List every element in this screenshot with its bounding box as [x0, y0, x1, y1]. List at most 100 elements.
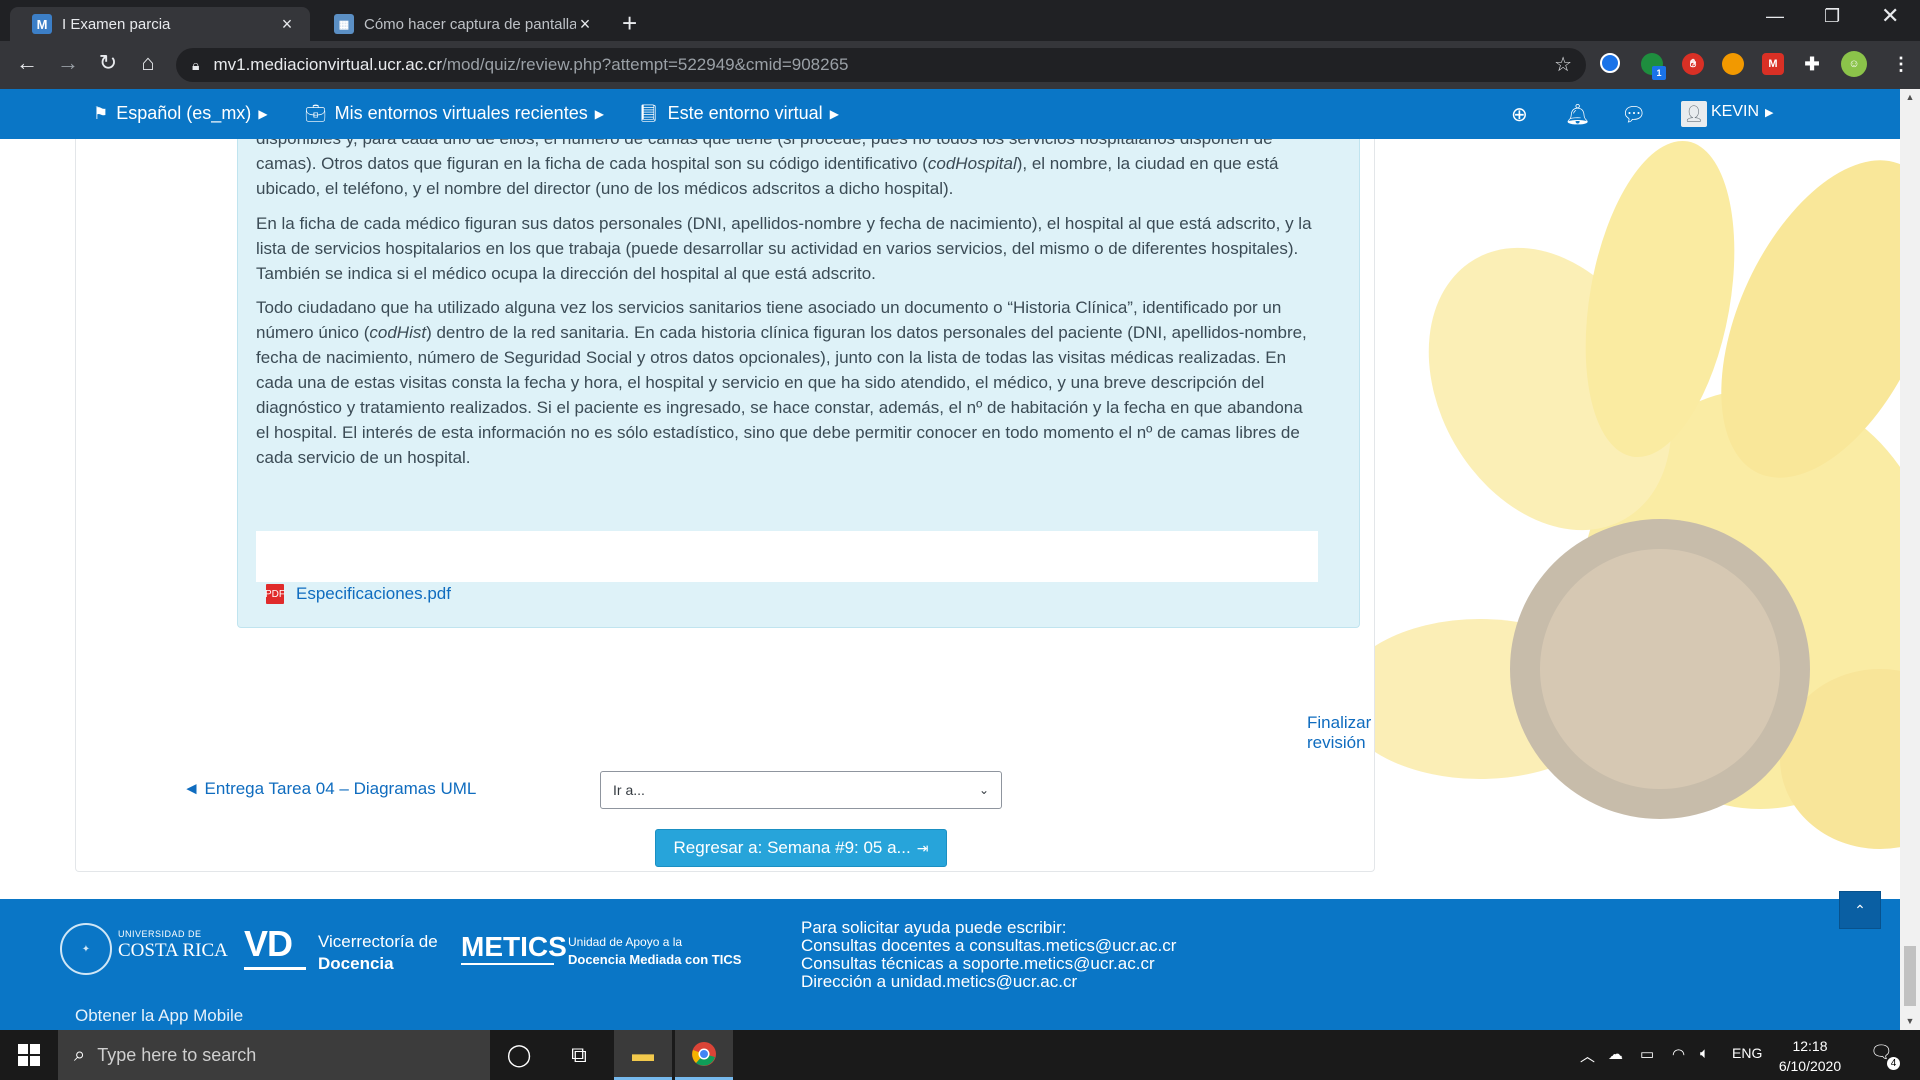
page-content: Finalizar revisión ◄ Entrega Tarea 04 – … [0, 139, 1900, 899]
ucr-seal-logo: ✦ [60, 923, 112, 975]
this-course-menu[interactable]: 📘︎ Este entorno virtual ▶ [638, 103, 839, 124]
life-ring-icon[interactable]: ⊕ [1511, 102, 1528, 127]
search-icon: ⌕ [74, 1043, 86, 1066]
battery-icon[interactable]: ▭ [1640, 1045, 1654, 1063]
windows-taskbar: ⌕ Type here to search ◯ ⧉ ▬ ︿ ☁ ▭ ◠ 🔈︎ E… [0, 1030, 1920, 1080]
clock-date: 6/10/2020 [1778, 1058, 1842, 1074]
extension-red-hand-icon[interactable]: ✋︎ [1682, 53, 1704, 75]
flag-icon: ⚑ [93, 103, 109, 123]
vicerrectoria-text: Vicerrectoría de Docencia [318, 932, 438, 973]
home-icon[interactable]: ⌂ [133, 50, 163, 76]
site-footer: ✦ UNIVERSIDAD DE COSTA RICA VD Vicerrect… [0, 899, 1900, 1030]
lock-icon: 🔒︎ [192, 56, 200, 73]
attachment-link[interactable]: PDF Especificaciones.pdf [265, 584, 451, 604]
back-to-section-button[interactable]: Regresar a: Semana #9: 05 a... ⇥ [655, 829, 947, 867]
chrome-icon[interactable] [675, 1030, 733, 1080]
task-view-icon[interactable]: ⧉ [550, 1030, 608, 1080]
wifi-icon[interactable]: ◠ [1672, 1045, 1685, 1063]
user-menu[interactable]: KEVIN ▶ [1711, 103, 1773, 121]
metics-logo-underline [461, 963, 554, 965]
back-button-label: Regresar a: Semana #9: 05 a... [673, 838, 911, 857]
caret-right-icon: ▶ [594, 106, 604, 121]
browser-menu-icon[interactable]: ⋮ [1890, 53, 1912, 75]
help-contacts: Para solicitar ayuda puede escribir: Con… [801, 919, 1176, 991]
help-heading: Para solicitar ayuda puede escribir: [801, 918, 1067, 937]
metics-logo: METICS [461, 931, 567, 962]
search-placeholder: Type here to search [97, 1044, 257, 1065]
profile-avatar-icon[interactable]: ☺ [1841, 51, 1867, 77]
language-label: Español (es_mx) [116, 103, 252, 123]
clock-time: 12:18 [1792, 1038, 1828, 1054]
question-text-box: disponibles y, para cada uno de ellos, e… [237, 139, 1360, 628]
scroll-up-arrow-icon[interactable]: ▲ [1900, 92, 1920, 102]
help-contact-line: Consultas docentes a consultas.metics@uc… [801, 936, 1177, 955]
cortana-circle-icon[interactable]: ◯ [490, 1030, 548, 1080]
sunflower-background-image [1360, 140, 1900, 849]
ucr-logo-text: UNIVERSIDAD DE COSTA RICA [118, 929, 228, 961]
puzzle-icon[interactable]: ✚ [1801, 53, 1823, 75]
previous-activity-link[interactable]: ◄ Entrega Tarea 04 – Diagramas UML [183, 779, 476, 799]
input-language[interactable]: ENG [1732, 1045, 1762, 1061]
pdf-file-icon: PDF [265, 584, 285, 604]
vd-logo-underline [244, 967, 306, 970]
back-arrow-icon[interactable]: ← [12, 50, 42, 76]
address-bar[interactable]: 🔒︎ mv1.mediacionvirtual.ucr.ac.cr/mod/qu… [176, 48, 1586, 82]
extension-m-icon[interactable]: M [1762, 53, 1784, 75]
onedrive-cloud-icon[interactable]: ☁ [1608, 1045, 1623, 1063]
extension-badge: 1 [1652, 66, 1666, 80]
back-to-top-button[interactable]: ⌃ [1839, 891, 1881, 929]
new-tab-button[interactable]: + [622, 8, 637, 39]
close-window-icon[interactable]: ✕ [1881, 3, 1899, 29]
jump-to-select[interactable]: Ir a... ⌄ [600, 771, 1002, 809]
this-course-label: Este entorno virtual [667, 103, 823, 123]
page-scrollbar[interactable]: ▲ ▼ [1900, 89, 1920, 1030]
book-icon: 📘︎ [638, 103, 660, 123]
attachment-name: Especificaciones.pdf [296, 584, 451, 603]
bell-icon[interactable]: 🔔︎ [1565, 102, 1590, 127]
extension-orange-icon[interactable] [1722, 53, 1744, 75]
minimize-icon[interactable]: — [1766, 6, 1784, 27]
close-tab-icon[interactable]: × [278, 14, 296, 35]
restore-icon[interactable]: ❐ [1824, 6, 1840, 27]
chat-bubble-icon[interactable]: 💬︎ [1621, 102, 1646, 127]
windows-start-icon[interactable] [0, 1030, 58, 1080]
question-paragraph-partial: disponibles y, para cada uno de ellos, e… [256, 139, 1316, 151]
volume-icon[interactable]: 🔈︎ [1700, 1045, 1709, 1062]
tab-captura[interactable]: ▦ Cómo hacer captura de pantalla × [312, 7, 608, 41]
file-explorer-icon[interactable]: ▬ [614, 1030, 672, 1080]
notification-count: 4 [1887, 1057, 1900, 1070]
language-menu[interactable]: ⚑ Español (es_mx) ▶ [93, 103, 268, 124]
caret-right-icon: ▶ [829, 106, 839, 121]
close-tab-icon[interactable]: × [576, 14, 594, 35]
scrollbar-thumb[interactable] [1904, 946, 1916, 1006]
reload-icon[interactable]: ↻ [93, 50, 123, 76]
blank-answer-area [256, 531, 1318, 582]
tab-examen[interactable]: M I Examen parcia × [10, 7, 310, 41]
help-contact-line: Dirección a unidad.metics@ucr.ac.cr [801, 972, 1078, 991]
scroll-down-arrow-icon[interactable]: ▼ [1900, 1016, 1920, 1026]
tab-title: Cómo hacer captura de pantalla [364, 15, 576, 33]
caret-right-icon: ▶ [1765, 106, 1774, 119]
browser-tab-bar: M I Examen parcia × ▦ Cómo hacer captura… [0, 0, 1920, 41]
question-paragraph-3: Todo ciudadano que ha utilizado alguna v… [256, 298, 1307, 467]
vd-logo: VD [244, 923, 293, 964]
moodle-m-icon: M [32, 14, 52, 34]
extension-blue-icon[interactable] [1600, 53, 1620, 73]
briefcase-icon: 💼︎ [305, 103, 327, 123]
show-hidden-icons-icon[interactable]: ︿ [1580, 1045, 1595, 1066]
chevron-down-icon: ⌄ [978, 783, 989, 797]
taskbar-clock[interactable]: 12:18 6/10/2020 [1766, 1036, 1854, 1076]
question-paragraph-2: En la ficha de cada médico figuran sus d… [256, 214, 1312, 283]
user-name: KEVIN [1711, 103, 1760, 120]
tab-title: I Examen parcia [62, 15, 171, 33]
bookmark-star-icon[interactable]: ☆ [1554, 52, 1572, 77]
forward-arrow-icon[interactable]: → [53, 50, 83, 76]
finish-review-link[interactable]: Finalizar revisión [1307, 713, 1374, 753]
get-mobile-app-link[interactable]: Obtener la App Mobile [75, 1006, 243, 1026]
user-avatar-icon[interactable]: 👤︎ [1681, 101, 1707, 127]
browser-toolbar: ← → ↻ ⌂ 🔒︎ mv1.mediacionvirtual.ucr.ac.c… [0, 41, 1920, 89]
recent-courses-menu[interactable]: 💼︎ Mis entornos virtuales recientes ▶ [305, 103, 604, 124]
help-contact-line: Consultas técnicas a soporte.metics@ucr.… [801, 954, 1155, 973]
taskbar-search-box[interactable]: ⌕ Type here to search [58, 1030, 490, 1080]
chevron-up-icon: ⌃ [1854, 901, 1866, 918]
